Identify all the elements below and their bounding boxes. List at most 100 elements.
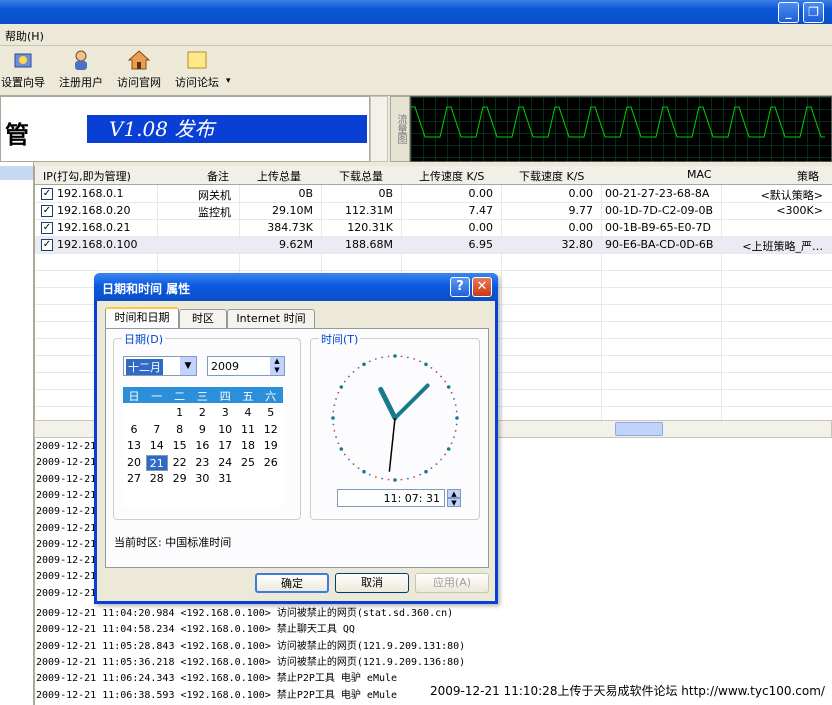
calendar-day[interactable]: 18 [237, 438, 259, 454]
visit-forum-button[interactable]: 访问论坛 [172, 49, 222, 93]
visit-website-button[interactable]: 访问官网 [113, 49, 165, 93]
clock-tick [343, 453, 346, 456]
clock-tick [374, 476, 377, 478]
calendar-day[interactable]: 6 [123, 422, 145, 438]
cell-mac: 00-1D-7D-C2-09-0B [605, 204, 714, 217]
year-down-icon[interactable]: ▼ [270, 366, 284, 375]
clock-tick [335, 397, 337, 400]
col-policy[interactable]: 策略 [797, 168, 819, 184]
minimize-button[interactable]: _ [778, 2, 799, 23]
month-select[interactable]: 十二月 ▼ [123, 356, 197, 376]
col-upload-speed[interactable]: 上传速度 K/S [419, 168, 484, 184]
register-user-button[interactable]: 注册用户 [56, 49, 106, 93]
clock-tick [348, 458, 350, 461]
table-row[interactable]: ✓ 192.168.0.1 网关机 0B 0B 0.00 0.00 00-21-27-23-6… [35, 186, 832, 203]
calendar-day[interactable]: 23 [191, 455, 213, 471]
chevron-down-icon[interactable]: ▼ [180, 357, 196, 375]
help-button[interactable]: ? [450, 277, 470, 297]
calendar-day[interactable]: 22 [169, 455, 191, 471]
table-row[interactable]: ✓ 192.168.0.100 9.62M 188.68M 6.95 32.80 90-E6… [35, 237, 832, 254]
clock-tick [454, 404, 457, 407]
calendar-day[interactable]: 11 [237, 422, 259, 438]
clock-tick [444, 380, 447, 383]
calendar-day[interactable]: 8 [169, 422, 191, 438]
manage-checkbox[interactable]: ✓ [41, 239, 53, 251]
cell-ups: 0.00 [468, 221, 494, 234]
scrollbar-thumb[interactable] [615, 422, 663, 436]
cell-up: 0B [298, 187, 313, 200]
calendar-day[interactable]: 7 [146, 422, 168, 438]
clock-tick [450, 391, 453, 394]
clock-tick [453, 397, 455, 400]
ok-button[interactable]: 确定 [255, 573, 329, 593]
calendar-day[interactable]: 21 [145, 454, 168, 471]
tab-time-date[interactable]: 时间和日期 [105, 307, 179, 329]
calendar-day[interactable]: 17 [214, 438, 236, 454]
cancel-button[interactable]: 取消 [335, 573, 409, 593]
clock-tick [337, 391, 340, 394]
log-line: 2009-12-21 [36, 571, 97, 583]
col-upload-total[interactable]: 上传总量 [257, 168, 301, 184]
tab-panel: 日期(D) 十二月 ▼ 2009 ▲ ▼ 日一二三四五六 1 2 3 4 5 6 7 8 9 10… [105, 328, 489, 568]
calendar-day[interactable]: 9 [191, 422, 213, 438]
calendar-day[interactable]: 19 [260, 438, 282, 454]
calendar-day[interactable]: 15 [169, 438, 191, 454]
time-down-icon[interactable]: ▼ [447, 498, 461, 507]
clock-tick [450, 442, 453, 445]
menu-help[interactable]: 帮助(H) [5, 28, 44, 44]
clock-tick [333, 404, 336, 407]
calendar-day[interactable]: 30 [191, 471, 213, 487]
table-row[interactable]: ✓ 192.168.0.20 监控机 29.10M 112.31M 7.47 9.77 00-… [35, 203, 832, 220]
calendar-day[interactable]: 12 [260, 422, 282, 438]
banner-scrollbar[interactable] [370, 96, 388, 162]
col-download-total[interactable]: 下载总量 [339, 168, 383, 184]
clock-tick [424, 469, 428, 474]
log-line: 2009-12-21 [36, 457, 97, 469]
clock-tick [424, 362, 428, 367]
manage-checkbox[interactable]: ✓ [41, 222, 53, 234]
clock-tick [352, 371, 355, 373]
calendar-day[interactable]: 26 [260, 455, 282, 471]
table-row[interactable]: ✓ 192.168.0.21 384.73K 120.31K 0.00 0.00 00-1B… [35, 220, 832, 237]
calendar-day[interactable]: 28 [146, 471, 168, 487]
tab-internet-time[interactable]: Internet 时间 [227, 309, 315, 329]
calendar-day[interactable]: 5 [260, 405, 282, 421]
calendar-day[interactable]: 3 [214, 405, 236, 421]
calendar-day[interactable]: 14 [146, 438, 168, 454]
calendar-day[interactable]: 10 [214, 422, 236, 438]
toolbar-more-arrow[interactable]: ▾ [226, 76, 231, 86]
apply-button[interactable]: 应用(A) [415, 573, 489, 593]
calendar-day[interactable]: 24 [214, 455, 236, 471]
calendar-day[interactable]: 27 [123, 471, 145, 487]
calendar-day[interactable]: 13 [123, 438, 145, 454]
clock-tick [453, 436, 455, 439]
tab-timezone[interactable]: 时区 [179, 309, 227, 329]
calendar-day[interactable]: 20 [123, 455, 145, 471]
year-spinner[interactable]: 2009 ▲ ▼ [207, 356, 285, 376]
calendar-day[interactable]: 29 [169, 471, 191, 487]
manage-checkbox[interactable]: ✓ [41, 205, 53, 217]
calendar-day[interactable]: 16 [191, 438, 213, 454]
time-input[interactable]: 11: 07: 31 [337, 489, 445, 507]
close-button[interactable]: ✕ [472, 277, 492, 297]
settings-wizard-button[interactable]: 设置向导 [0, 49, 48, 93]
app-window: _ ❐ 帮助(H) 设置向导 注册用户 访问官网 访问论坛 ▾ 管 V1.08 … [0, 0, 832, 705]
manage-checkbox[interactable]: ✓ [41, 188, 53, 200]
col-mac[interactable]: MAC [687, 168, 712, 181]
clock-tick [440, 458, 442, 461]
year-up-icon[interactable]: ▲ [270, 357, 284, 366]
flow-graph-label: 流量图 [390, 96, 410, 162]
maximize-button[interactable]: ❐ [803, 2, 824, 23]
calendar-day[interactable]: 31 [214, 471, 236, 487]
calendar-day[interactable]: 4 [237, 405, 259, 421]
date-group: 日期(D) 十二月 ▼ 2009 ▲ ▼ 日一二三四五六 1 2 3 4 5 6 7 8 9 10… [113, 331, 301, 520]
col-note[interactable]: 备注 [207, 168, 229, 184]
clock-tick [400, 355, 403, 358]
time-up-icon[interactable]: ▲ [447, 489, 461, 498]
calendar-day[interactable]: 1 [169, 405, 191, 421]
clock-tick [440, 375, 442, 378]
calendar-day[interactable]: 2 [191, 405, 213, 421]
calendar-day[interactable]: 25 [237, 455, 259, 471]
col-ip[interactable]: IP(打勾,即为管理) [43, 168, 131, 184]
col-download-speed[interactable]: 下载速度 K/S [519, 168, 584, 184]
